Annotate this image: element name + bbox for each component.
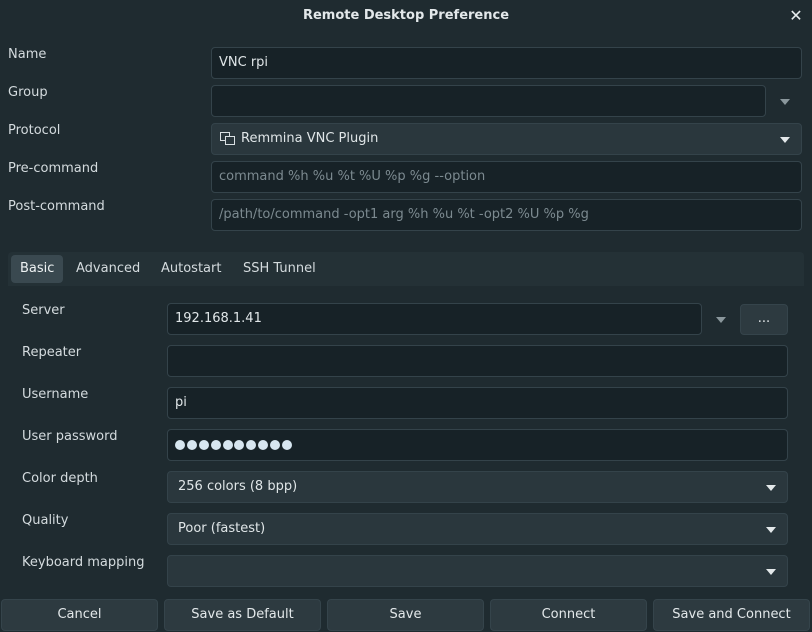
password-mask-dot — [246, 439, 257, 450]
keyboard-mapping-select[interactable] — [167, 555, 788, 587]
connect-button[interactable]: Connect — [490, 599, 647, 631]
color-depth-chevron-down-icon — [766, 485, 776, 491]
password-mask-dot — [258, 439, 269, 450]
name-field[interactable]: VNC rpi — [211, 47, 802, 79]
name-label: Name — [8, 47, 47, 62]
quality-label: Quality — [22, 513, 69, 528]
tab-advanced[interactable]: Advanced — [67, 255, 149, 283]
password-mask-dot — [282, 439, 293, 450]
password-mask-dot — [222, 439, 233, 450]
server-browse-button[interactable]: ... — [740, 304, 788, 335]
cancel-button[interactable]: Cancel — [1, 599, 158, 631]
plugin-icon — [220, 131, 236, 146]
password-mask-dot — [234, 439, 245, 450]
username-field[interactable]: pi — [167, 387, 788, 419]
keyboard-mapping-chevron-down-icon — [766, 569, 776, 575]
tab-autostart[interactable]: Autostart — [152, 255, 230, 283]
quality-select[interactable]: Poor (fastest) — [167, 513, 788, 545]
pre-command-field[interactable]: command %h %u %t %U %p %g --option — [211, 161, 802, 193]
repeater-label: Repeater — [22, 345, 82, 360]
password-mask-dot — [210, 439, 221, 450]
tab-ssh-tunnel[interactable]: SSH Tunnel — [234, 255, 325, 283]
tab-bar: Basic Advanced Autostart SSH Tunnel — [8, 252, 804, 286]
color-depth-select[interactable]: 256 colors (8 bpp) — [167, 471, 788, 503]
protocol-select[interactable]: Remmina VNC Plugin — [211, 123, 802, 155]
repeater-field[interactable] — [167, 345, 788, 377]
tab-basic[interactable]: Basic — [11, 255, 64, 283]
color-depth-label: Color depth — [22, 471, 98, 486]
password-field[interactable] — [167, 429, 788, 461]
protocol-chevron-down-icon — [780, 137, 790, 143]
password-mask-dot — [186, 439, 197, 450]
server-label: Server — [22, 303, 65, 318]
username-label: Username — [22, 387, 89, 402]
password-mask-dot — [270, 439, 281, 450]
server-history-chevron-icon[interactable] — [716, 317, 726, 323]
server-field[interactable]: 192.168.1.41 — [167, 303, 702, 335]
pre-command-label: Pre-command — [8, 161, 99, 176]
post-command-field[interactable]: /path/to/command -opt1 arg %h %u %t -opt… — [211, 199, 802, 231]
quality-chevron-down-icon — [766, 527, 776, 533]
save-as-default-button[interactable]: Save as Default — [164, 599, 321, 631]
close-icon[interactable]: ✕ — [788, 6, 804, 26]
password-label: User password — [22, 429, 118, 444]
password-mask-dot — [198, 439, 209, 450]
save-button[interactable]: Save — [327, 599, 484, 631]
group-dropdown-chevron-icon[interactable] — [780, 99, 790, 105]
group-field[interactable] — [211, 85, 766, 117]
protocol-label: Protocol — [8, 123, 61, 138]
post-command-label: Post-command — [8, 199, 105, 214]
group-label: Group — [8, 85, 48, 100]
save-and-connect-button[interactable]: Save and Connect — [653, 599, 810, 631]
password-mask-dot — [175, 439, 185, 450]
protocol-value: Remmina VNC Plugin — [241, 131, 379, 146]
keyboard-mapping-label: Keyboard mapping — [22, 555, 145, 570]
window-title: Remote Desktop Preference — [302, 8, 510, 23]
title-bar: Remote Desktop Preference ✕ — [0, 0, 812, 32]
